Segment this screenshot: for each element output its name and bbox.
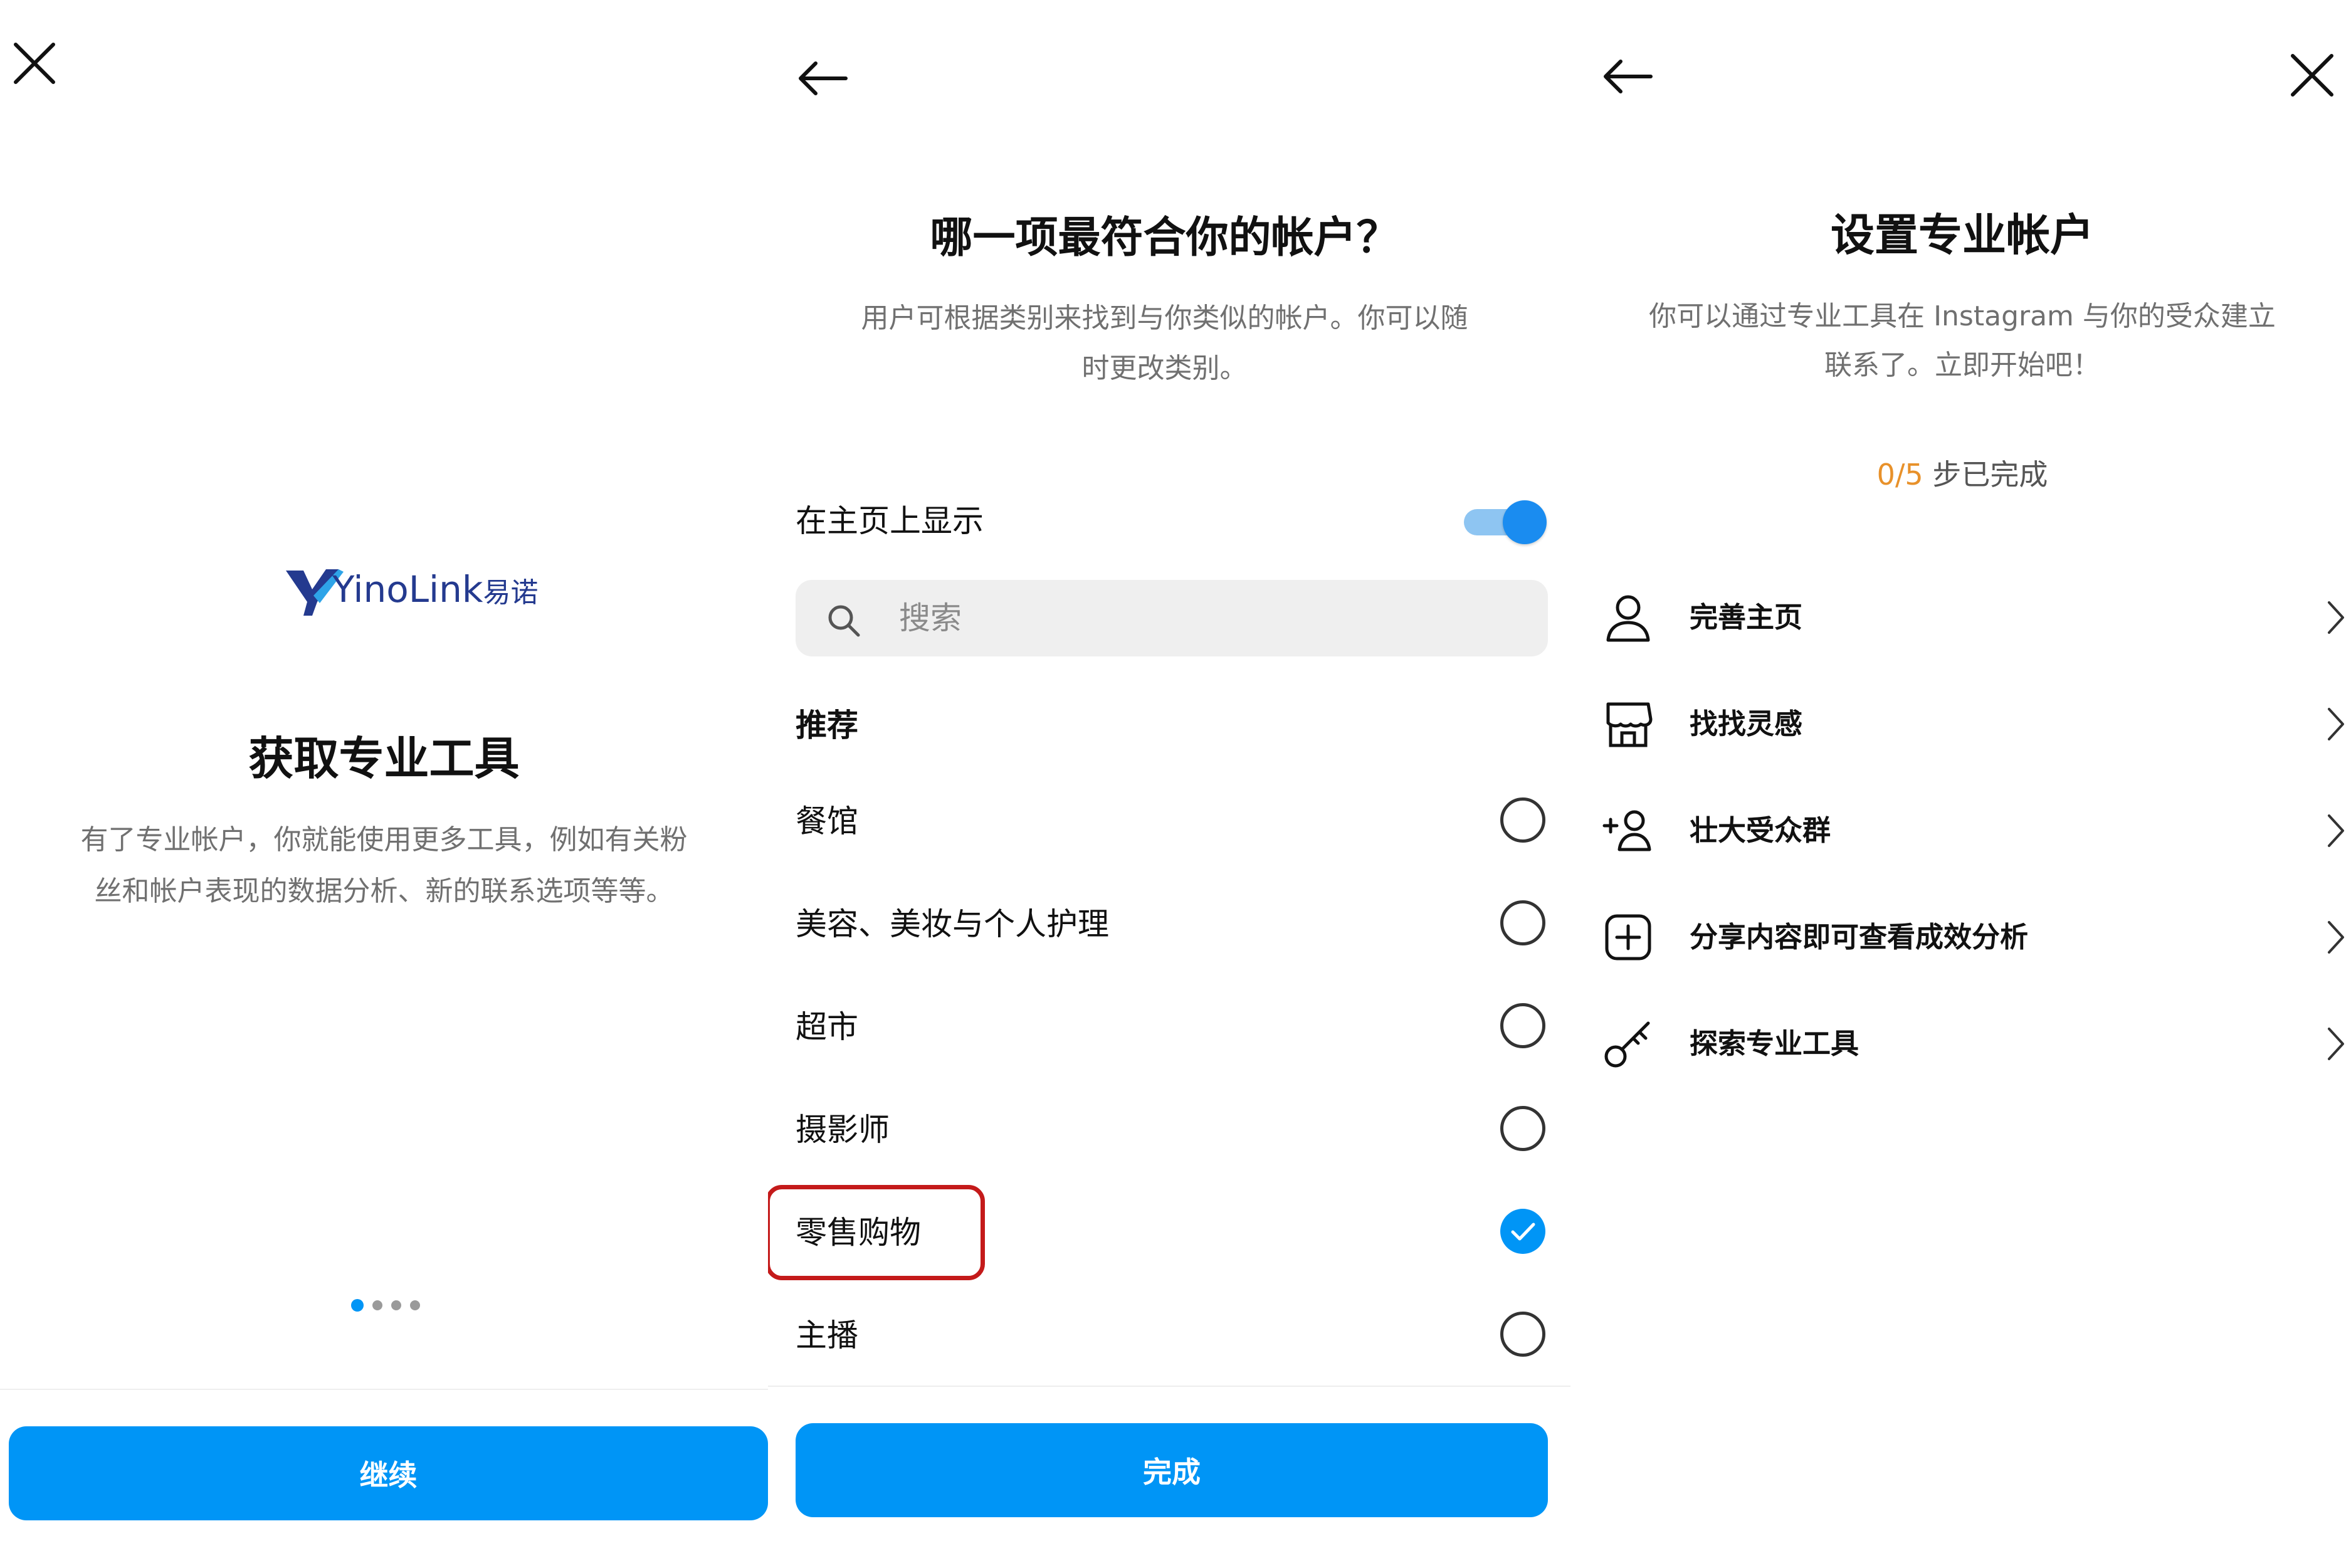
category-row-streamer[interactable]: 主播	[768, 1310, 1574, 1373]
pagination-dot	[391, 1300, 401, 1310]
search-placeholder: 搜索	[899, 600, 962, 636]
description-line-2: 联系了。立即开始吧！	[1824, 349, 2100, 381]
plus-square-icon	[1602, 911, 1654, 964]
category-label: 餐馆	[796, 803, 858, 839]
step-label: 完善主页	[1690, 601, 1803, 634]
category-label: 超市	[796, 1009, 858, 1045]
chevron-right-icon	[2323, 705, 2348, 743]
footer-divider	[0, 1389, 768, 1390]
page-title: 设置专业帐户	[1831, 209, 2094, 261]
description-line-2: 时更改类别。	[1081, 352, 1248, 384]
radio-button[interactable]	[1500, 900, 1545, 945]
progress-status: 0/5 步已完成	[1574, 453, 2351, 497]
step-row-grow-audience[interactable]: 壮大受众群	[1574, 799, 2351, 862]
radio-button[interactable]	[1500, 1106, 1545, 1151]
category-row-supermarket[interactable]: 超市	[768, 1002, 1574, 1065]
step-row-share-content[interactable]: 分享内容即可查看成效分析	[1574, 906, 2351, 969]
pagination-dots	[351, 1298, 426, 1313]
checkmark-icon	[1511, 1223, 1535, 1241]
category-label: 主播	[796, 1317, 858, 1354]
description-line-2: 丝和帐户表现的数据分析、新的联系选项等等。	[94, 875, 674, 907]
category-row-photographer[interactable]: 摄影师	[768, 1105, 1574, 1167]
category-row-beauty[interactable]: 美容、美妆与个人护理	[768, 899, 1574, 962]
pagination-dot-active	[351, 1299, 364, 1312]
description-line-1: 有了专业帐户，你就能使用更多工具，例如有关粉	[80, 824, 688, 856]
logo-brand-text: YinoLink	[332, 568, 483, 611]
done-button[interactable]: 完成	[796, 1423, 1548, 1517]
progress-count: 0/5	[1876, 458, 1923, 492]
search-input[interactable]: 搜索	[796, 580, 1548, 656]
step-row-complete-profile[interactable]: 完善主页	[1574, 586, 2351, 649]
description-line-1: 用户可根据类别来找到与你类似的帐户。你可以随	[861, 302, 1468, 334]
close-icon[interactable]	[13, 41, 56, 85]
pagination-dot	[410, 1300, 420, 1310]
add-person-icon	[1602, 804, 1654, 857]
logo-brand-cn: 易诺	[483, 577, 539, 609]
category-label: 摄影师	[796, 1112, 890, 1148]
step-label: 壮大受众群	[1690, 814, 1831, 847]
step-label: 找找灵感	[1690, 707, 1803, 740]
highlight-box	[768, 1185, 985, 1280]
person-icon	[1602, 591, 1654, 644]
category-label: 美容、美妆与个人护理	[796, 906, 1109, 942]
chevron-right-icon	[2323, 918, 2348, 956]
key-icon	[1602, 1018, 1654, 1070]
search-icon	[827, 604, 861, 638]
step-row-explore-tools[interactable]: 探索专业工具	[1574, 1013, 2351, 1075]
page-title: 获取专业工具	[248, 732, 520, 785]
radio-button[interactable]	[1500, 797, 1545, 843]
section-label-recommended: 推荐	[796, 707, 858, 744]
step-label: 探索专业工具	[1690, 1027, 1859, 1060]
chevron-right-icon	[2323, 599, 2348, 636]
screen-get-pro-tools: YinoLink易诺 获取专业工具 有了专业帐户，你就能使用更多工具，例如有关粉…	[0, 0, 768, 1568]
step-label: 分享内容即可查看成效分析	[1690, 920, 2029, 954]
step-row-inspiration[interactable]: 找找灵感	[1574, 693, 2351, 755]
close-icon[interactable]	[2290, 53, 2335, 98]
pagination-dot	[372, 1300, 382, 1310]
page-title: 哪一项最符合你的帐户？	[930, 213, 1399, 263]
radio-button[interactable]	[1500, 1003, 1545, 1048]
category-row-restaurant[interactable]: 餐馆	[768, 796, 1574, 859]
shop-icon	[1602, 698, 1654, 750]
chevron-right-icon	[2323, 812, 2348, 850]
description-line-1: 你可以通过专业工具在 Instagram 与你的受众建立	[1649, 300, 2276, 332]
show-on-profile-label: 在主页上显示	[796, 503, 984, 539]
radio-button-checked[interactable]	[1500, 1209, 1545, 1254]
footer-divider	[768, 1386, 1570, 1387]
radio-button[interactable]	[1500, 1312, 1545, 1357]
back-arrow-icon[interactable]	[1602, 58, 1653, 95]
screen-setup-pro-account: 设置专业帐户 你可以通过专业工具在 Instagram 与你的受众建立 联系了。…	[1574, 0, 2351, 1568]
continue-button[interactable]: 继续	[9, 1426, 768, 1520]
brand-logo: YinoLink易诺	[276, 558, 539, 621]
screen-choose-category: 哪一项最符合你的帐户？ 用户可根据类别来找到与你类似的帐户。你可以随 时更改类别…	[768, 0, 1574, 1568]
progress-suffix: 步已完成	[1923, 458, 2048, 492]
continue-button-label: 继续	[359, 1458, 418, 1492]
chevron-right-icon	[2323, 1025, 2348, 1063]
done-button-label: 完成	[1143, 1455, 1201, 1489]
back-arrow-icon[interactable]	[797, 60, 848, 97]
show-on-profile-toggle[interactable]	[1464, 500, 1547, 544]
